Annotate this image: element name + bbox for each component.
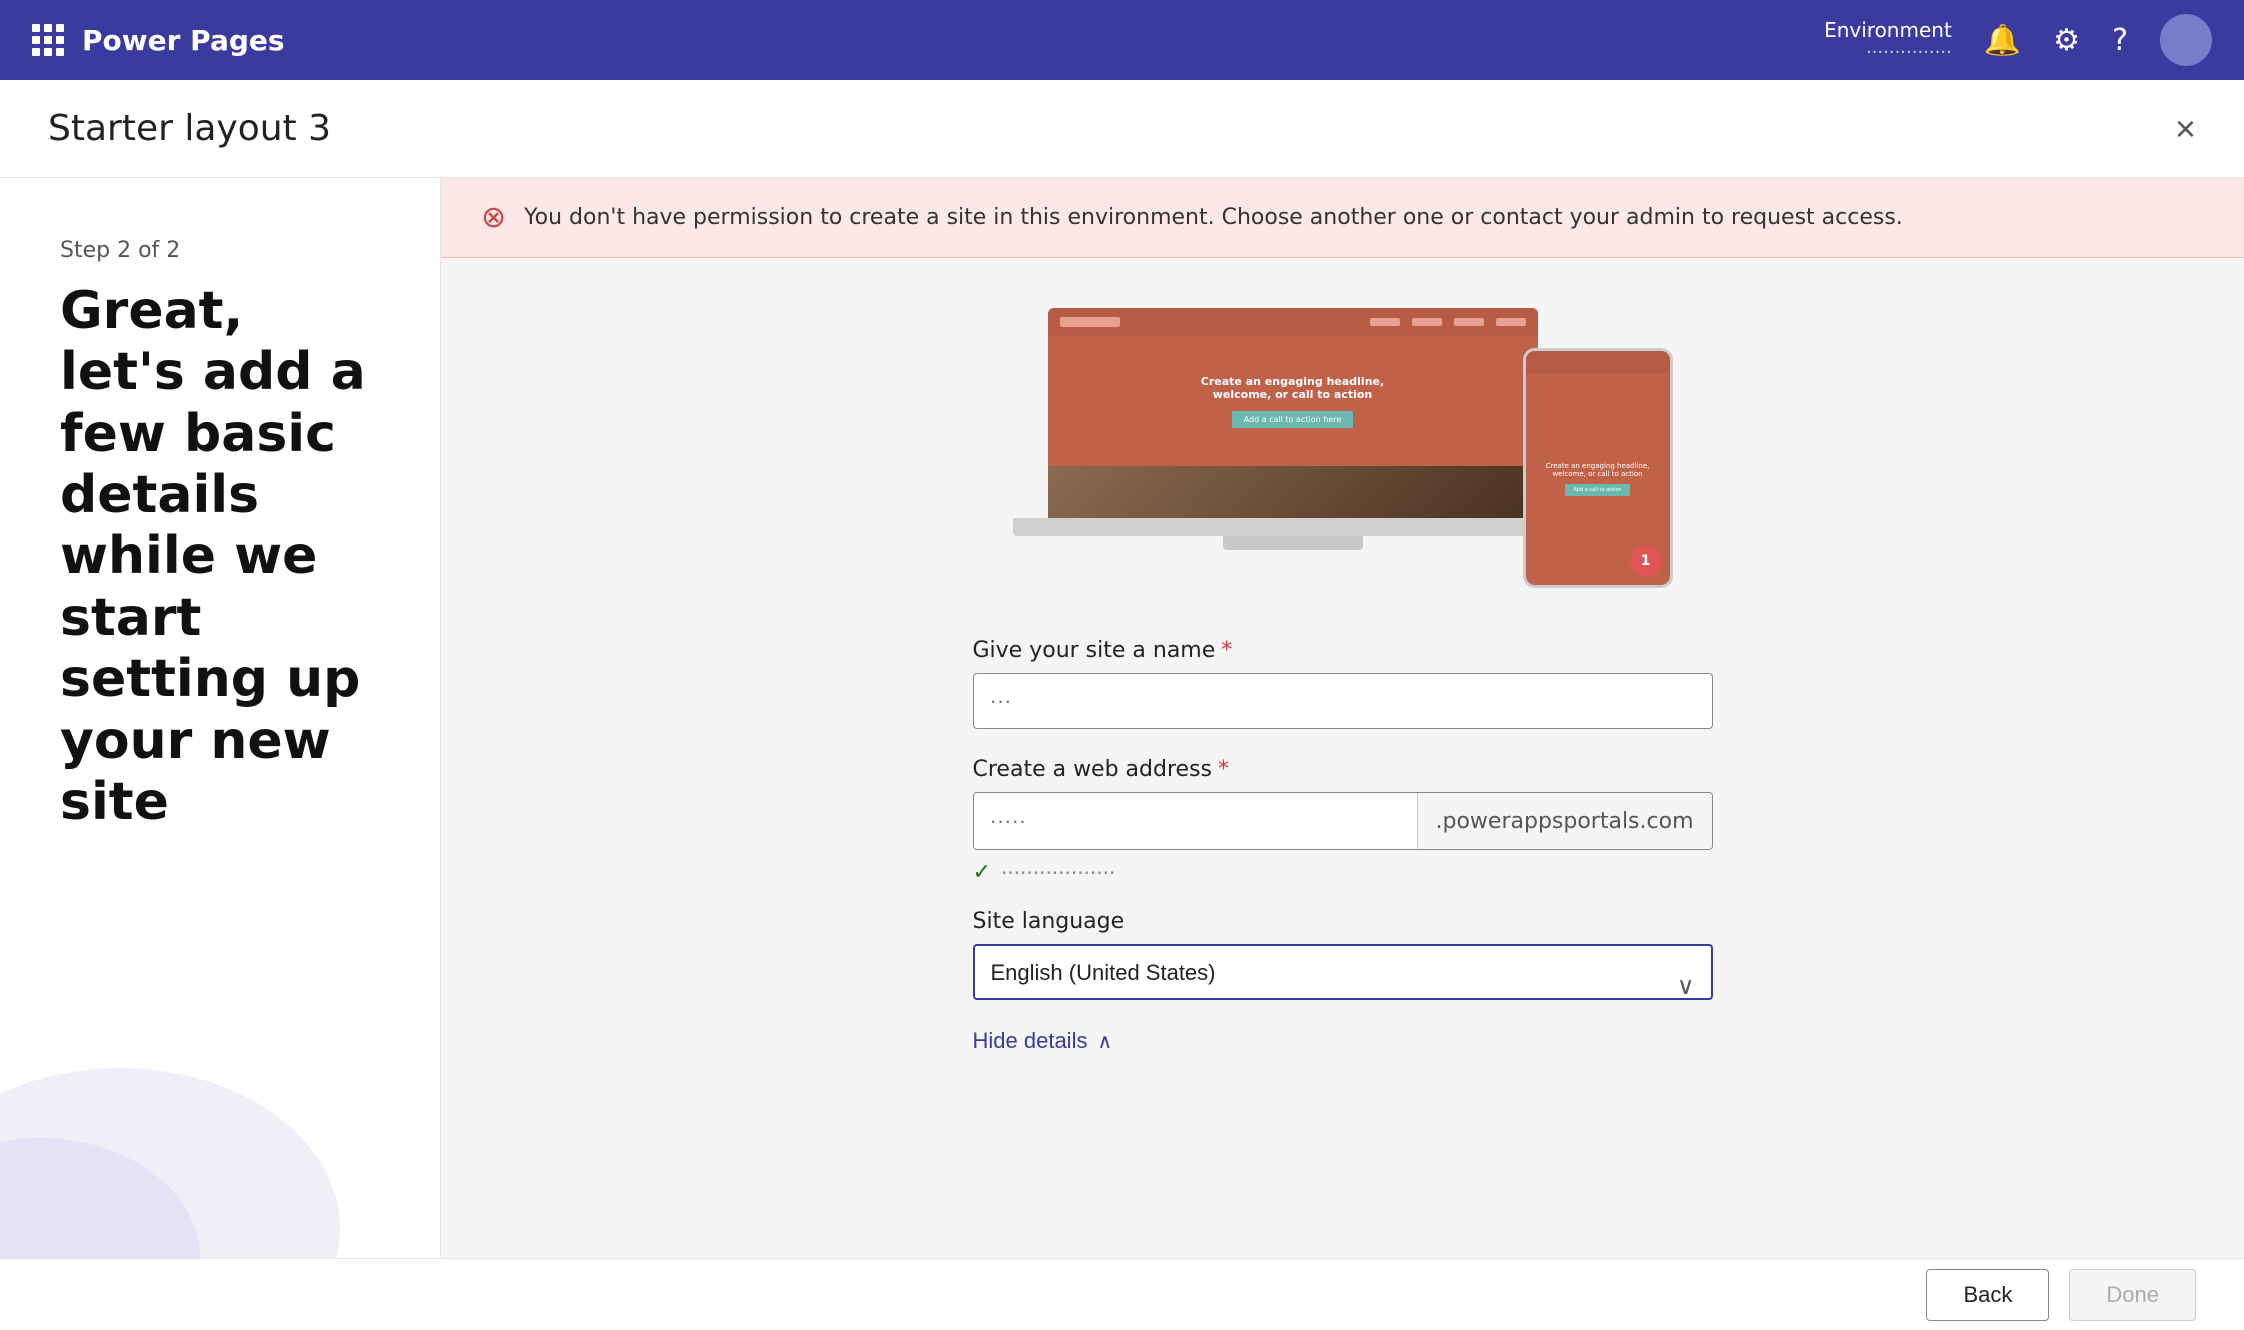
hide-details-button[interactable]: Hide details ∧ [973,1028,1113,1054]
web-address-suffix: .powerappsportals.com [1417,793,1712,849]
avatar[interactable] [2160,14,2212,66]
laptop-stand [1223,536,1363,550]
laptop-cta: Add a call to action here [1232,411,1354,428]
error-icon: ⊗ [481,200,506,235]
app-title: Power Pages [82,24,285,57]
required-star-web: * [1218,757,1229,782]
notification-icon[interactable]: 🔔 [1984,23,2021,58]
hide-details-label: Hide details [973,1028,1088,1054]
phone-text: Create an engaging headline, welcome, or… [1534,462,1662,478]
main-content: Step 2 of 2 Great, let's add a few basic… [0,178,2244,1258]
laptop-image-strip [1048,466,1538,518]
site-preview: Create an engaging headline,welcome, or … [1013,298,1673,598]
laptop-mockup: Create an engaging headline,welcome, or … [1013,308,1573,578]
phone-mockup: Create an engaging headline, welcome, or… [1523,348,1673,588]
sidebar-heading: Great, let's add a few basic details whi… [60,281,380,833]
address-check: ✓ ·················· [973,860,1713,885]
site-language-wrapper: English (United States) French (France) … [973,944,1713,1028]
done-button[interactable]: Done [2069,1269,2196,1321]
laptop-nav-logo [1060,317,1120,327]
site-language-select[interactable]: English (United States) French (France) … [973,944,1713,1000]
laptop-headline: Create an engaging headline,welcome, or … [1201,375,1384,401]
header-bar: Starter layout 3 × [0,80,2244,178]
web-address-label: Create a web address * [973,757,1713,782]
web-address-row: .powerappsportals.com [973,792,1713,850]
waffle-icon[interactable] [32,24,64,56]
laptop-navbar [1048,308,1538,336]
environment-sub: ··············· [1866,42,1952,63]
error-message: You don't have permission to create a si… [524,205,1903,230]
footer: Back Done [0,1258,2244,1330]
phone-nav [1526,351,1670,373]
form-fields: Give your site a name * Create a web add… [973,638,1713,1054]
laptop-base [1013,518,1573,536]
required-star: * [1221,638,1232,663]
environment-block[interactable]: Environment ··············· [1824,18,1952,63]
topnav-right: Environment ··············· 🔔 ⚙ ? [1824,14,2212,66]
laptop-nav-link [1454,318,1484,326]
back-button[interactable]: Back [1926,1269,2049,1321]
laptop-nav-link [1496,318,1526,326]
web-address-input[interactable] [974,793,1417,849]
laptop-nav-link [1412,318,1442,326]
page-title: Starter layout 3 [48,108,331,149]
help-icon[interactable]: ? [2112,23,2128,58]
close-button[interactable]: × [2175,111,2196,147]
app-logo[interactable]: Power Pages [32,24,285,57]
site-name-input[interactable] [973,673,1713,729]
phone-cta: Add a call to action [1565,484,1629,496]
error-banner: ⊗ You don't have permission to create a … [441,178,2244,258]
form-area: Create an engaging headline,welcome, or … [441,258,2244,1258]
chevron-up-icon: ∧ [1097,1029,1112,1054]
phone-badge: 1 [1630,545,1662,577]
laptop-nav-links [1370,318,1526,326]
laptop-screen: Create an engaging headline,welcome, or … [1048,308,1538,518]
settings-icon[interactable]: ⚙ [2053,23,2080,58]
environment-label: Environment [1824,18,1952,42]
laptop-hero: Create an engaging headline,welcome, or … [1048,336,1538,466]
site-language-label: Site language [973,909,1713,934]
step-label: Step 2 of 2 [60,238,380,263]
laptop-nav-link [1370,318,1400,326]
top-navigation: Power Pages Environment ··············· … [0,0,2244,80]
check-icon: ✓ [973,860,991,885]
sidebar-decoration [0,918,380,1258]
check-text: ·················· [1001,861,1115,885]
right-panel: ⊗ You don't have permission to create a … [440,178,2244,1258]
sidebar: Step 2 of 2 Great, let's add a few basic… [0,178,440,1258]
site-name-label: Give your site a name * [973,638,1713,663]
